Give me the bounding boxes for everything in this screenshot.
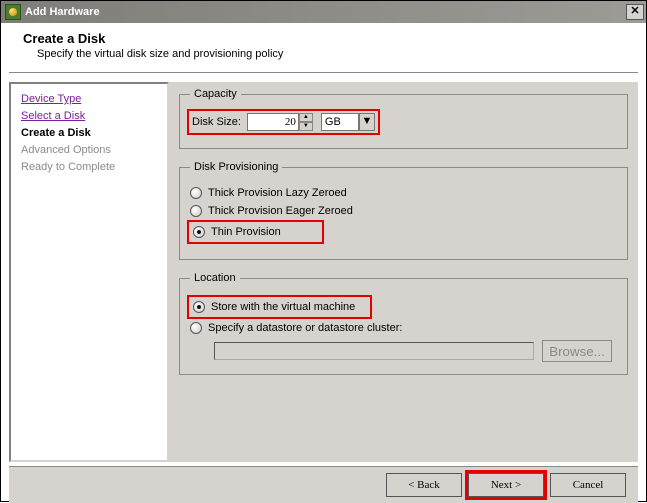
step-advanced-options: Advanced Options	[21, 144, 111, 156]
datastore-input	[214, 342, 534, 360]
step-device-type[interactable]: Device Type	[21, 93, 81, 105]
page-subtitle: Specify the virtual disk size and provis…	[23, 48, 630, 60]
radio-thin-label: Thin Provision	[211, 226, 281, 238]
cancel-button[interactable]: Cancel	[550, 473, 626, 497]
radio-thin[interactable]	[193, 226, 205, 238]
radio-thick-eager[interactable]	[190, 205, 202, 217]
radio-thick-eager-label: Thick Provision Eager Zeroed	[208, 205, 353, 217]
wizard-content: Capacity Disk Size: ▲ ▼ GB ▼	[169, 82, 638, 462]
title-bar: Add Hardware ✕	[1, 1, 646, 23]
thin-provision-highlight: Thin Provision	[190, 223, 321, 241]
browse-button: Browse...	[542, 340, 612, 362]
radio-specify-datastore-label: Specify a datastore or datastore cluster…	[208, 322, 402, 334]
location-group: Location Store with the virtual machine …	[179, 272, 628, 375]
app-icon	[5, 4, 21, 20]
capacity-legend: Capacity	[190, 88, 241, 100]
close-button[interactable]: ✕	[626, 4, 644, 20]
window-title: Add Hardware	[25, 6, 626, 18]
location-legend: Location	[190, 272, 240, 284]
radio-store-with-vm[interactable]	[193, 301, 205, 313]
next-button[interactable]: Next >	[468, 473, 544, 497]
spin-down-button[interactable]: ▼	[299, 122, 313, 131]
store-with-vm-highlight: Store with the virtual machine	[190, 298, 369, 316]
radio-thick-lazy[interactable]	[190, 187, 202, 199]
radio-thick-lazy-label: Thick Provision Lazy Zeroed	[208, 187, 347, 199]
radio-store-with-vm-label: Store with the virtual machine	[211, 301, 355, 313]
disk-size-label: Disk Size:	[192, 116, 241, 128]
step-ready-complete: Ready to Complete	[21, 161, 115, 173]
capacity-highlight: Disk Size: ▲ ▼ GB ▼	[190, 112, 377, 132]
step-select-disk[interactable]: Select a Disk	[21, 110, 85, 122]
provisioning-legend: Disk Provisioning	[190, 161, 282, 173]
radio-specify-datastore[interactable]	[190, 322, 202, 334]
wizard-steps: Device Type Select a Disk Create a Disk …	[9, 82, 169, 462]
provisioning-group: Disk Provisioning Thick Provision Lazy Z…	[179, 161, 628, 260]
capacity-group: Capacity Disk Size: ▲ ▼ GB ▼	[179, 88, 628, 149]
divider	[9, 72, 638, 74]
spin-up-button[interactable]: ▲	[299, 113, 313, 122]
wizard-body: Device Type Select a Disk Create a Disk …	[1, 82, 646, 462]
step-create-disk: Create a Disk	[21, 127, 91, 139]
wizard-footer: < Back Next > Cancel	[9, 466, 638, 503]
unit-dropdown-button[interactable]: ▼	[359, 113, 375, 131]
back-button[interactable]: < Back	[386, 473, 462, 497]
wizard-header: Create a Disk Specify the virtual disk s…	[1, 23, 646, 70]
disk-size-input[interactable]	[247, 113, 299, 131]
unit-select[interactable]: GB	[321, 113, 359, 131]
page-title: Create a Disk	[23, 31, 630, 46]
